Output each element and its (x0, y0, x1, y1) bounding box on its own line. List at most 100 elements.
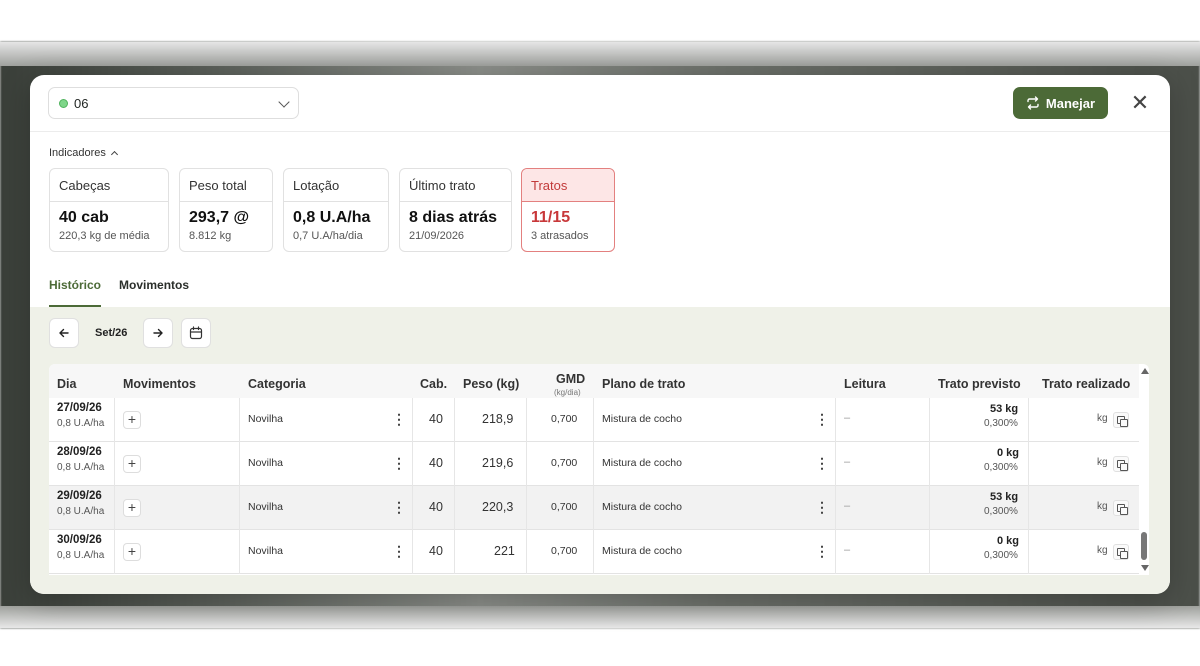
row-plano: Mistura de cocho (602, 413, 682, 425)
history-table: Dia Movimentos Categoria Cab. Peso (kg) … (49, 364, 1149, 575)
divider (593, 530, 594, 574)
indicator-card-value: 0,8 U.A/ha (293, 209, 371, 226)
table-row: 28/09/26 0,8 U.A/ha + Novilha ⋮ 40 219,6… (49, 442, 1139, 486)
prev-month-button[interactable] (49, 318, 79, 348)
row-gmd: 0,700 (551, 545, 578, 557)
col-gmd-unit: (kg/dia) (554, 388, 581, 397)
divider (929, 530, 930, 574)
calendar-icon (189, 326, 203, 340)
divider (239, 442, 240, 486)
indicator-card-value: 11/15 (531, 209, 571, 226)
lot-select-value: 06 (74, 95, 89, 111)
row-realizado-unit: kg (1097, 545, 1108, 556)
row-ua: 0,8 U.A/ha (57, 462, 105, 473)
indicator-card-tratos: Tratos 11/15 3 atrasados (521, 168, 615, 252)
divider (835, 530, 836, 574)
row-gmd: 0,700 (551, 457, 578, 469)
categoria-menu-icon[interactable]: ⋮ (392, 500, 406, 514)
divider (114, 442, 115, 486)
add-movement-button[interactable]: + (123, 455, 141, 473)
indicator-card-title: Cabeças (50, 169, 168, 202)
manejar-button[interactable]: Manejar (1013, 87, 1108, 119)
row-gmd: 0,700 (551, 501, 578, 513)
row-date: 30/09/26 (57, 534, 102, 546)
indicator-card-sub: 3 atrasados (531, 230, 589, 242)
divider (593, 398, 594, 442)
plano-menu-icon[interactable]: ⋮ (815, 412, 829, 426)
chevron-down-icon (278, 96, 290, 108)
backdrop-bottom-edge (0, 606, 1200, 628)
plano-menu-icon[interactable]: ⋮ (815, 500, 829, 514)
plano-menu-icon[interactable]: ⋮ (815, 544, 829, 558)
divider (1028, 530, 1029, 574)
divider (239, 398, 240, 442)
col-cab: Cab. (420, 377, 448, 391)
row-categoria: Novilha (248, 413, 284, 425)
indicators-toggle-label: Indicadores (49, 147, 106, 159)
scroll-up-arrow-icon[interactable] (1141, 368, 1149, 374)
categoria-menu-icon[interactable]: ⋮ (392, 544, 406, 558)
divider (835, 486, 836, 530)
add-movement-button[interactable]: + (123, 411, 141, 429)
row-peso: 218,9 (482, 412, 514, 426)
divider (929, 486, 930, 530)
row-date: 27/09/26 (57, 402, 102, 414)
close-icon[interactable]: ✕ (1128, 91, 1152, 115)
indicator-card-value: 40 cab (59, 209, 109, 226)
row-date: 29/09/26 (57, 490, 102, 502)
indicator-card-value: 293,7 @ (189, 209, 250, 226)
row-peso: 220,3 (482, 500, 514, 514)
add-movement-button[interactable]: + (123, 499, 141, 517)
col-peso: Peso (kg) (463, 377, 520, 391)
col-leitura: Leitura (844, 377, 886, 391)
row-leitura: – (844, 500, 851, 512)
divider (454, 442, 455, 486)
divider (929, 442, 930, 486)
manejar-button-label: Manejar (1045, 95, 1096, 111)
plano-menu-icon[interactable]: ⋮ (815, 456, 829, 470)
col-trato-realizado: Trato realizado (1042, 377, 1131, 391)
indicator-card-sub: 220,3 kg de média (59, 230, 150, 242)
col-trato-previsto: Trato previsto (938, 377, 1021, 391)
row-leitura: – (844, 412, 851, 424)
divider (593, 486, 594, 530)
row-trato-previsto: 53 kg (990, 403, 1019, 415)
divider (412, 486, 413, 530)
row-realizado-unit: kg (1097, 457, 1108, 468)
indicators-toggle[interactable]: Indicadores (49, 147, 118, 159)
row-leitura: – (844, 456, 851, 468)
next-month-button[interactable] (143, 318, 173, 348)
row-trato-previsto-pct: 0,300% (984, 506, 1018, 517)
row-cab: 40 (429, 544, 443, 558)
divider (835, 442, 836, 486)
scrollbar-thumb[interactable] (1141, 532, 1147, 560)
indicator-card-ultimo-trato: Último trato 8 dias atrás 21/09/2026 (399, 168, 512, 252)
tab-historico[interactable]: Histórico (49, 277, 102, 307)
categoria-menu-icon[interactable]: ⋮ (392, 456, 406, 470)
row-trato-previsto-pct: 0,300% (984, 418, 1018, 429)
table-scrollbar[interactable] (1139, 364, 1150, 575)
table-row: 29/09/26 0,8 U.A/ha + Novilha ⋮ 40 220,3… (49, 486, 1139, 530)
calendar-button[interactable] (181, 318, 211, 348)
lot-select[interactable]: 06 (48, 87, 299, 119)
divider (526, 398, 527, 442)
copy-icon[interactable] (1113, 412, 1129, 428)
tab-movimentos[interactable]: Movimentos (119, 277, 189, 307)
row-peso: 219,6 (482, 456, 514, 470)
copy-icon[interactable] (1113, 500, 1129, 516)
categoria-menu-icon[interactable]: ⋮ (392, 412, 406, 426)
copy-icon[interactable] (1113, 544, 1129, 560)
indicator-card-lotacao: Lotação 0,8 U.A/ha 0,7 U.A/ha/dia (283, 168, 389, 252)
row-plano: Mistura de cocho (602, 457, 682, 469)
divider (526, 442, 527, 486)
table-row: 27/09/26 0,8 U.A/ha + Novilha ⋮ 40 218,9… (49, 398, 1139, 442)
divider (593, 442, 594, 486)
add-movement-button[interactable]: + (123, 543, 141, 561)
scroll-down-arrow-icon[interactable] (1141, 565, 1149, 571)
col-gmd: GMD (556, 372, 586, 386)
table-row: 30/09/26 0,8 U.A/ha + Novilha ⋮ 40 221 0… (49, 530, 1139, 574)
divider (454, 530, 455, 574)
indicator-card-sub: 0,7 U.A/ha/dia (293, 230, 363, 242)
copy-icon[interactable] (1113, 456, 1129, 472)
row-leitura: – (844, 544, 851, 556)
